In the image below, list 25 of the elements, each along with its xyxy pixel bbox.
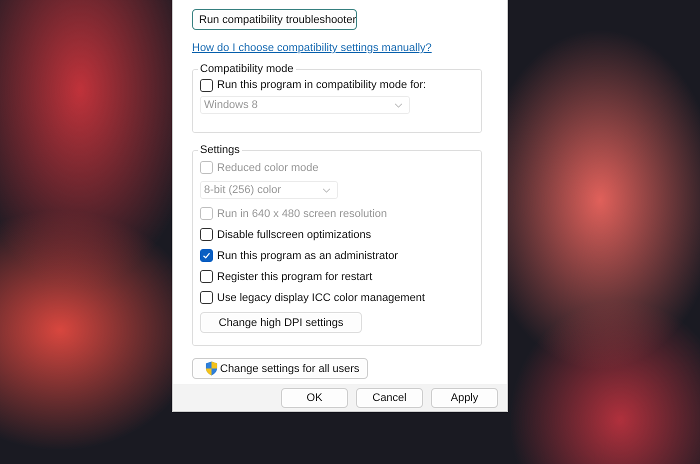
checkbox[interactable]: [200, 228, 213, 241]
dialog-button[interactable]: Cancel: [356, 388, 423, 408]
help-link[interactable]: How do I choose compatibility settings manually?: [192, 42, 432, 54]
group-title: Settings: [198, 143, 242, 157]
run-troubleshooter-button[interactable]: Run compatibility troubleshooter: [192, 9, 357, 30]
checkbox-label: Run this program in compatibility mode for:: [217, 79, 426, 91]
checkbox[interactable]: [200, 291, 213, 304]
checkbox[interactable]: [200, 78, 213, 92]
checkbox[interactable]: [200, 249, 213, 262]
checkbox-label: Disable fullscreen optimizations: [217, 228, 372, 240]
dialog-button[interactable]: OK: [281, 388, 348, 408]
checkbox-label: Use legacy display ICC color management: [217, 292, 425, 304]
chevron-down-icon: [394, 102, 403, 108]
checkbox-label: Run this program as an administrator: [217, 250, 398, 262]
chevron-down-icon: [322, 188, 331, 192]
high-dpi-button[interactable]: Change high DPI settings: [200, 312, 362, 333]
group-title: Compatibility mode: [198, 62, 296, 76]
checkbox-label: Register this program for restart: [217, 270, 372, 282]
checkbox-label: Run in 640 x 480 screen resolution: [217, 208, 387, 220]
checkbox-label: Reduced color mode: [217, 162, 319, 174]
checkbox[interactable]: [200, 270, 213, 283]
change-all-users-button[interactable]: Change settings for all users: [192, 358, 368, 379]
checkmark-icon: [202, 251, 211, 260]
shield-icon: [205, 361, 218, 376]
dialog-button[interactable]: Apply: [431, 388, 498, 408]
